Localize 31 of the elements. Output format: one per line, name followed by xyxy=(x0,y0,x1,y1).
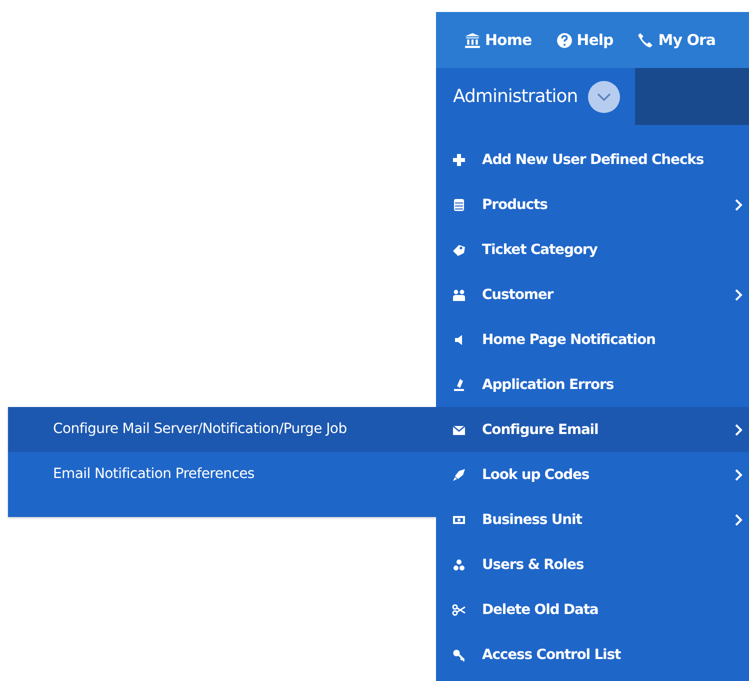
scissors-icon xyxy=(452,602,466,616)
collapse-toggle[interactable] xyxy=(588,80,620,112)
users-icon xyxy=(452,288,466,302)
menu-item[interactable]: Delete Old Data xyxy=(436,587,749,632)
database-icon xyxy=(452,198,466,212)
plus-icon xyxy=(452,152,466,166)
nav-link[interactable]: My Ora xyxy=(637,31,716,49)
menu-item[interactable]: Look up Codes xyxy=(436,452,749,497)
menu-item[interactable]: Configure Email xyxy=(436,407,749,452)
menu-item[interactable]: Products xyxy=(436,182,749,227)
stamp-icon xyxy=(452,378,466,392)
menu-item[interactable]: Customer xyxy=(436,272,749,317)
key-icon xyxy=(452,648,466,662)
menu-item[interactable]: Ticket Category xyxy=(436,227,749,272)
menu-item[interactable]: Access Control List xyxy=(436,632,749,677)
chevron-icon xyxy=(596,92,612,102)
menu-item[interactable]: Business Unit xyxy=(436,497,749,542)
help-icon xyxy=(556,32,573,48)
bank-icon xyxy=(464,32,481,48)
nav-link[interactable]: Home xyxy=(464,31,532,49)
menu-item[interactable]: Add New User Defined Checks xyxy=(436,137,749,182)
users-icon xyxy=(452,558,466,572)
menu-item[interactable]: Users & Roles xyxy=(436,542,749,587)
tag-icon xyxy=(452,242,466,256)
submenu-item[interactable]: Configure Mail Server/Notification/Purge Job xyxy=(8,407,436,452)
phone-icon xyxy=(637,32,654,48)
menu-item[interactable]: Application Errors xyxy=(436,362,749,407)
menu-item[interactable]: Home Page Notification xyxy=(436,317,749,362)
submenu-item[interactable]: Email Notification Preferences xyxy=(8,452,436,497)
section-title: Administration xyxy=(453,86,578,107)
nav-link[interactable]: Help xyxy=(556,31,614,49)
